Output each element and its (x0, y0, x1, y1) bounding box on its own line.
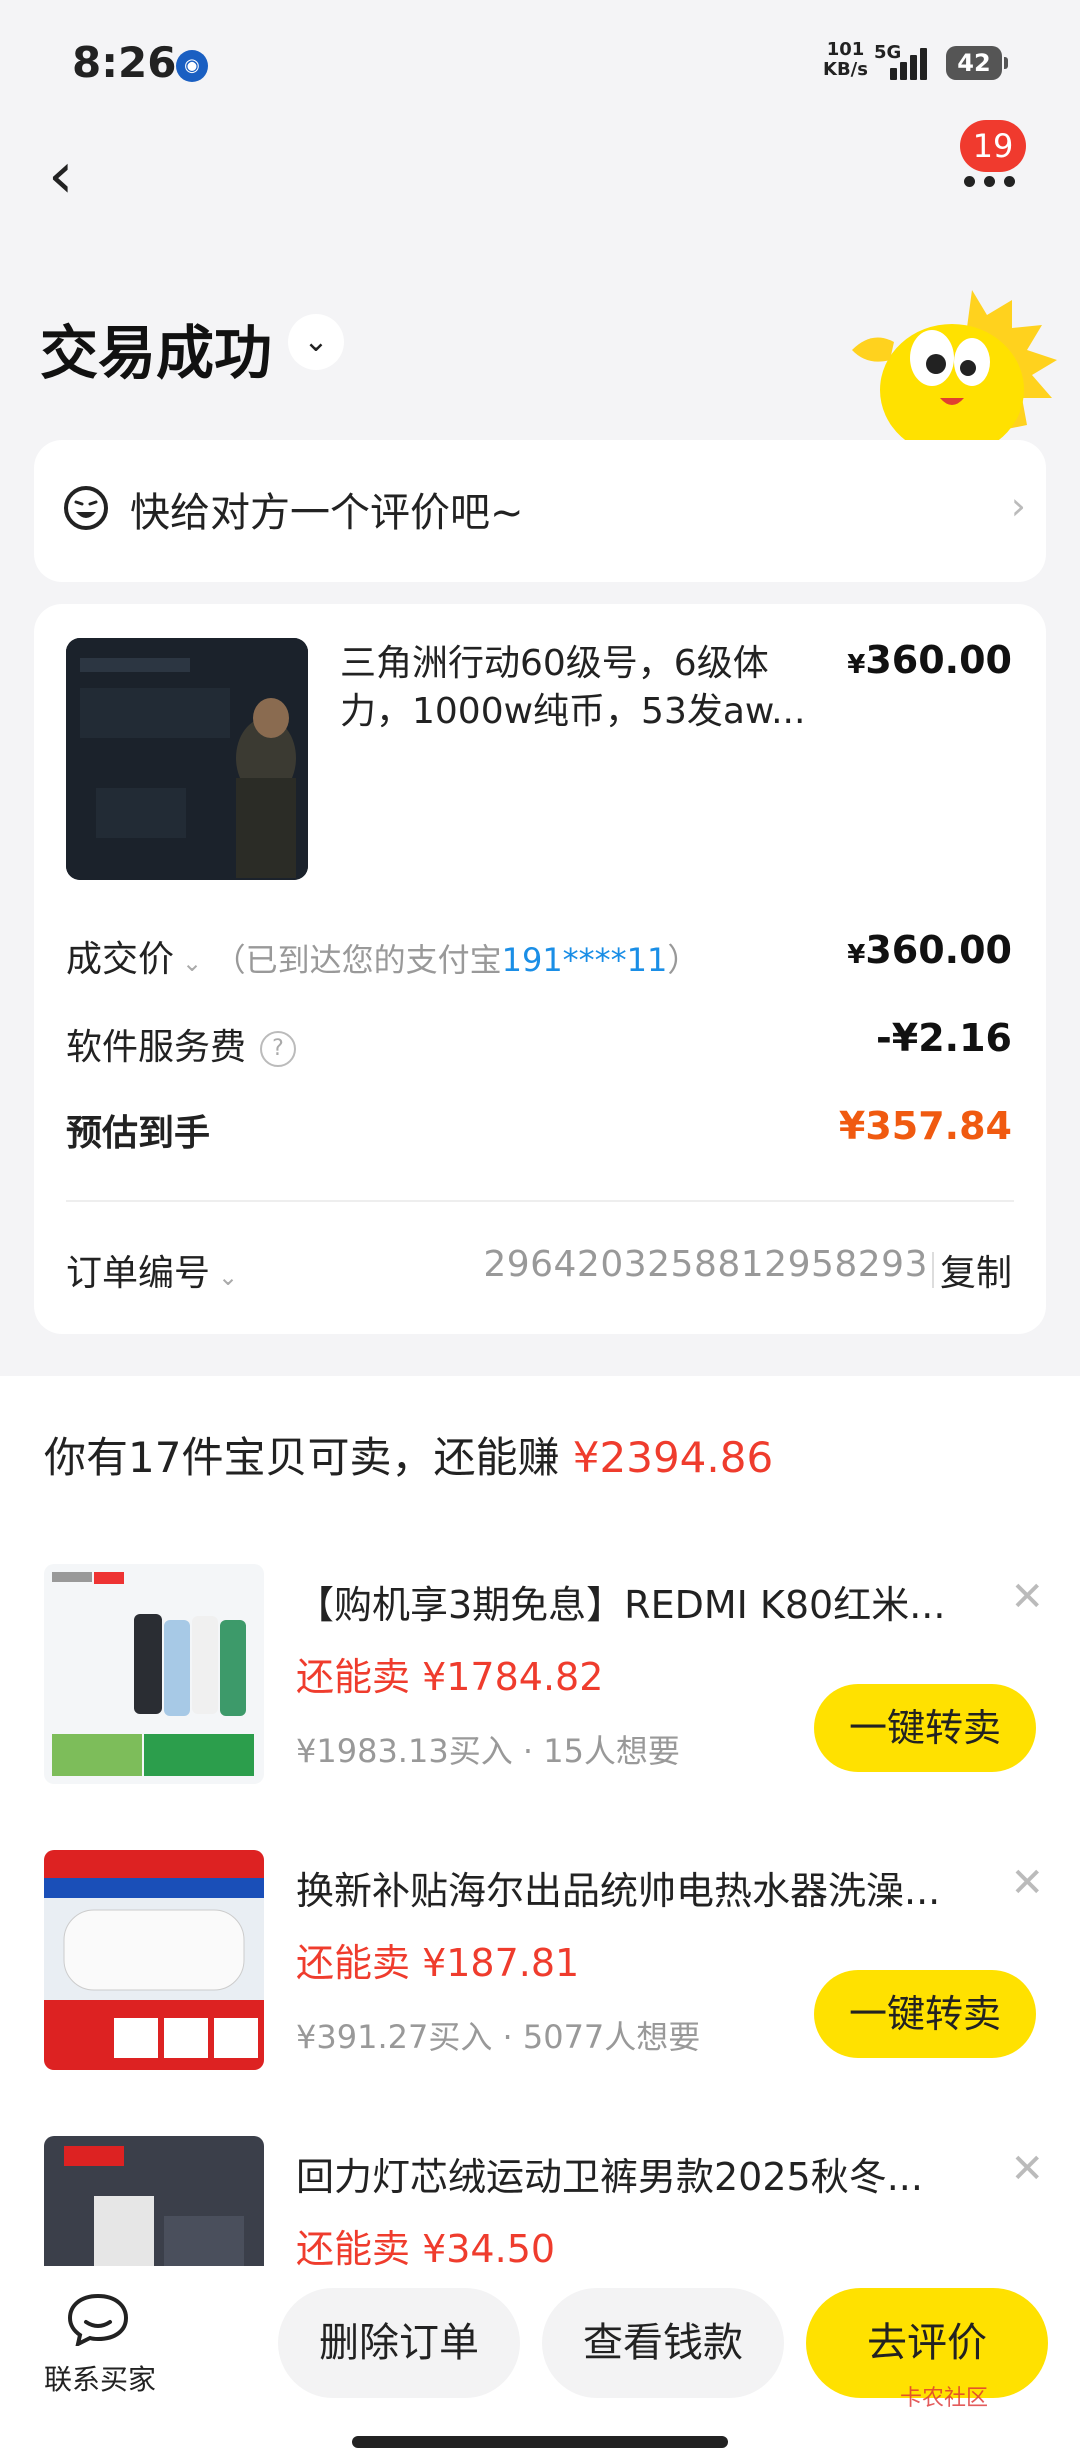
service-fee-row: 软件服务费? (66, 1018, 297, 1070)
item-price: ¥360.00 (847, 638, 1012, 682)
service-fee-value: -¥2.16 (876, 1016, 1012, 1060)
bottom-action-bar: 联系买家 删除订单 查看钱款 去评价 卡农社区 (0, 2266, 1080, 2460)
order-number: 2964203258812958293 (483, 1244, 928, 1285)
estimated-value: ¥357.84 (838, 1104, 1012, 1148)
close-icon[interactable]: ✕ (1010, 2146, 1044, 2192)
copy-button[interactable]: 复制 (940, 1244, 1012, 1296)
product-image[interactable] (44, 1564, 264, 1784)
deal-price-value: ¥360.00 (847, 928, 1012, 972)
estimated-label: 预估到手 (66, 1113, 211, 1154)
alipay-account: 191****11 (501, 941, 668, 979)
watermark: 卡农社区 (900, 2386, 989, 2411)
status-time: 8:26 (72, 38, 177, 87)
review-prompt-text: 快给对方一个评价吧~ (130, 490, 524, 536)
app-notification-icon: ◉ (176, 50, 208, 82)
contact-buyer-label[interactable]: 联系买家 (44, 2358, 156, 2398)
list-item[interactable]: 【购机享3期免息】REDMI K80红米... ✕ 还能卖 ¥1784.82 ¥… (0, 1564, 1080, 1814)
item-thumbnail[interactable] (66, 638, 308, 880)
help-icon[interactable]: ? (260, 1031, 297, 1067)
battery-icon: 42 (946, 46, 1008, 80)
chat-bubble-icon[interactable] (66, 2292, 130, 2346)
smile-face-icon (64, 486, 108, 530)
product-meta: ¥1983.13买入 · 15人想要 (296, 1732, 680, 1770)
home-indicator[interactable] (352, 2436, 728, 2448)
divider (66, 1200, 1014, 1202)
product-title: 回力灯芯绒运动卫裤男款2025秋冬... (296, 2155, 923, 2199)
network-speed: 101 KB/s (823, 39, 868, 80)
resell-button[interactable]: 一键转卖 (814, 1684, 1036, 1772)
view-money-button[interactable]: 查看钱款 (542, 2288, 784, 2398)
chevron-right-icon: › (1010, 484, 1026, 528)
page-title: 交易成功 (40, 319, 273, 387)
product-image[interactable] (44, 1850, 264, 2070)
product-image[interactable] (44, 2136, 264, 2266)
notification-badge: 19 (960, 120, 1026, 172)
product-resale-price: 还能卖 ¥187.81 (296, 1941, 580, 1985)
product-meta: ¥391.27买入 · 5077人想要 (296, 2018, 701, 2056)
product-title: 【购机享3期免息】REDMI K80红米... (296, 1583, 946, 1627)
back-icon[interactable]: ‹ (48, 144, 98, 208)
close-icon[interactable]: ✕ (1010, 1574, 1044, 1620)
order-no-label: 订单编号 ⌄ (66, 1253, 239, 1294)
list-item[interactable]: 换新补贴海尔出品统帅电热水器洗澡... ✕ 还能卖 ¥187.81 ¥391.2… (0, 1850, 1080, 2100)
chevron-down-icon[interactable]: ⌄ (288, 314, 344, 370)
order-card: 三角洲行动60级号，6级体力，1000w纯币，53发aw... ¥360.00 … (34, 604, 1046, 1334)
product-title: 换新补贴海尔出品统帅电热水器洗澡... (296, 1869, 941, 1913)
mascot-illustration (852, 290, 1057, 450)
delete-order-button[interactable]: 删除订单 (278, 2288, 520, 2398)
item-title[interactable]: 三角洲行动60级号，6级体力，1000w纯币，53发aw... (340, 640, 810, 736)
chevron-down-icon[interactable]: ⌄ (182, 949, 202, 977)
deal-price-row: 成交价 ⌄ （已到达您的支付宝191****11） (66, 939, 700, 980)
product-resale-price: 还能卖 ¥34.50 (296, 2227, 556, 2266)
sell-more-heading: 你有17件宝贝可卖，还能赚 ¥2394.86 (44, 1433, 774, 1482)
signal-icon (890, 46, 934, 80)
divider (932, 1252, 934, 1288)
review-prompt-card[interactable]: 快给对方一个评价吧~ › (34, 440, 1046, 582)
list-item[interactable]: 回力灯芯绒运动卫裤男款2025秋冬... ✕ 还能卖 ¥34.50 (0, 2136, 1080, 2266)
product-resale-price: 还能卖 ¥1784.82 (296, 1655, 604, 1699)
close-icon[interactable]: ✕ (1010, 1860, 1044, 1906)
resell-button[interactable]: 一键转卖 (814, 1970, 1036, 2058)
chevron-down-icon[interactable]: ⌄ (218, 1263, 238, 1291)
